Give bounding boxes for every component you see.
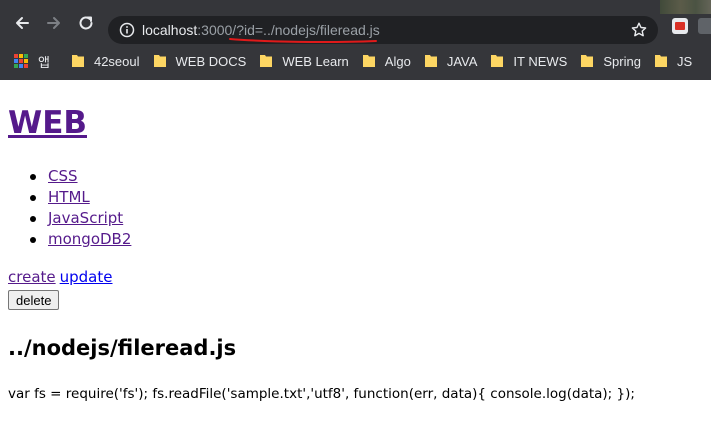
folder-icon xyxy=(491,55,504,67)
folder-icon xyxy=(260,55,273,67)
info-icon[interactable] xyxy=(119,22,135,38)
bookmark-label: 42seoul xyxy=(93,53,140,69)
browser-toolbar: localhost:3000/?id=../nodejs/fileread.js xyxy=(0,0,711,46)
address-bar[interactable]: localhost:3000/?id=../nodejs/fileread.js xyxy=(108,16,658,44)
folder-icon xyxy=(424,55,437,67)
list-item: HTML xyxy=(29,187,131,208)
url-path: :3000/?id=../nodejs/fileread.js xyxy=(197,22,380,38)
bookmark-label: IT NEWS xyxy=(513,53,568,69)
page-title: WEB xyxy=(8,104,87,142)
topic-link-css[interactable]: CSS xyxy=(48,167,78,185)
background-image-strip xyxy=(660,0,711,14)
browser-chrome: localhost:3000/?id=../nodejs/fileread.js… xyxy=(0,0,711,80)
extension-icon[interactable] xyxy=(672,18,688,34)
list-item: CSS xyxy=(29,166,131,187)
bookmark-label: WEB Learn xyxy=(282,53,349,69)
content-heading: ../nodejs/fileread.js xyxy=(8,336,237,360)
bookmark-java[interactable]: JAVA xyxy=(424,53,478,69)
extensions-area xyxy=(660,0,711,46)
bookmark-it-news[interactable]: IT NEWS xyxy=(491,54,567,69)
reload-icon xyxy=(79,16,93,30)
topic-link-javascript[interactable]: JavaScript xyxy=(48,209,123,227)
bookmark-42seoul[interactable]: 42seoul xyxy=(71,53,140,69)
delete-button[interactable]: delete xyxy=(8,290,60,310)
url-text[interactable]: localhost:3000/?id=../nodejs/fileread.js xyxy=(142,21,380,39)
arrow-left-icon xyxy=(16,17,29,29)
bookmark-web-docs[interactable]: WEB DOCS xyxy=(153,53,247,69)
bookmark-label: JS xyxy=(676,53,693,69)
folder-icon xyxy=(153,55,166,67)
folder-icon xyxy=(71,55,84,67)
url-host: localhost xyxy=(142,22,198,38)
topic-link-mongodb2[interactable]: mongoDB2 xyxy=(48,230,131,248)
bookmark-algo[interactable]: Algo xyxy=(362,53,411,69)
bookmark-label: 앱 xyxy=(38,54,50,70)
folder-icon xyxy=(581,55,594,67)
bookmark-spring[interactable]: Spring xyxy=(581,54,641,69)
bookmark-label: JAVA xyxy=(446,53,478,69)
bookmark-web-learn[interactable]: WEB Learn xyxy=(260,53,349,69)
page-content: WEB CSS HTML JavaScript mongoDB2 create u… xyxy=(0,80,711,434)
topic-list: CSS HTML JavaScript mongoDB2 xyxy=(29,166,131,250)
bookmark-apps[interactable]: 앱 xyxy=(14,52,50,71)
content-body: var fs = require('fs'); fs.readFile('sam… xyxy=(8,386,635,402)
bookmark-js[interactable]: JS xyxy=(654,53,693,69)
create-link[interactable]: create xyxy=(8,268,56,286)
extension-icon-partial[interactable] xyxy=(698,18,711,34)
home-link[interactable]: WEB xyxy=(8,105,87,141)
bookmarks-bar: 앱 42seoul WEB DOCS WEB Learn Algo JAVA I… xyxy=(0,48,711,74)
bookmark-label: WEB DOCS xyxy=(175,53,247,69)
bookmark-label: Algo xyxy=(384,53,411,69)
list-item: JavaScript xyxy=(29,208,131,229)
arrow-right-icon xyxy=(47,17,60,29)
update-link[interactable]: update xyxy=(60,268,113,286)
bookmark-label: Spring xyxy=(603,53,641,69)
topic-link-html[interactable]: HTML xyxy=(48,188,90,206)
control-links: create update xyxy=(8,267,112,288)
folder-icon xyxy=(362,55,375,67)
back-button[interactable] xyxy=(10,11,34,35)
list-item: mongoDB2 xyxy=(29,229,131,250)
forward-button[interactable] xyxy=(42,11,66,35)
folder-icon xyxy=(654,55,667,67)
star-icon[interactable] xyxy=(630,21,648,39)
apps-grid-icon xyxy=(14,54,28,68)
reload-button[interactable] xyxy=(74,11,98,35)
